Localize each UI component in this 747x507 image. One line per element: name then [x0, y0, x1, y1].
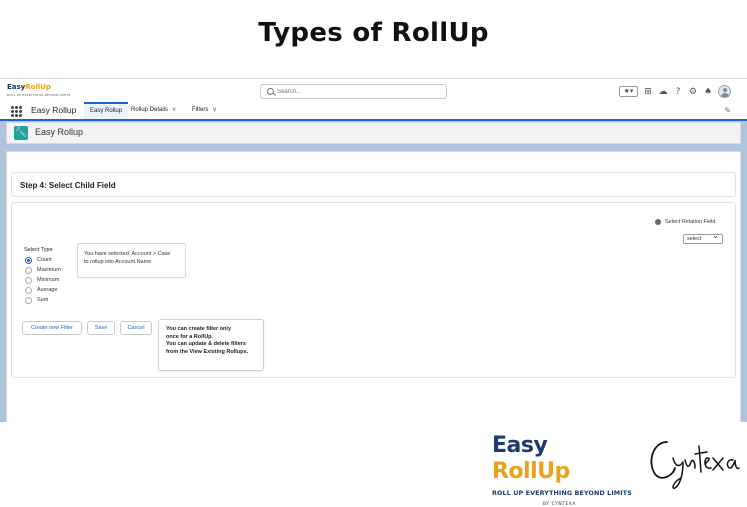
step-title: Step 4: Select Child Field	[20, 181, 116, 190]
radio-button[interactable]	[25, 256, 32, 264]
favorites-icon[interactable]: ★▾	[619, 86, 638, 97]
tab-easy-rollup[interactable]: Easy Rollup	[84, 102, 129, 119]
radio-maximum[interactable]: Maximum	[25, 266, 61, 274]
tab-filters[interactable]: Filters ∨	[186, 102, 223, 119]
global-search[interactable]	[260, 84, 447, 99]
add-icon[interactable]: ⊞	[643, 87, 653, 97]
brand-name: Easy RollUp	[492, 433, 570, 484]
page-title: Easy Rollup	[35, 127, 84, 137]
app-launcher-icon[interactable]	[11, 106, 22, 117]
radio-button[interactable]	[25, 266, 32, 274]
wrench-icon: 🔧	[14, 126, 28, 140]
info-icon	[655, 219, 661, 225]
slide-title: Types of RollUp	[258, 18, 489, 48]
search-input[interactable]	[277, 87, 437, 97]
salesforce-screenshot: EasyRollUp ROLL UP EVERYTHING BEYOND LIM…	[0, 78, 747, 422]
chevron-down-icon: ∨	[212, 107, 217, 113]
settings-icon[interactable]: ⚙	[688, 87, 698, 97]
app-logo[interactable]: EasyRollUp ROLL UP EVERYTHING BEYOND LIM…	[7, 83, 70, 99]
cancel-button[interactable]: Cancel	[120, 321, 152, 335]
global-header: EasyRollUp ROLL UP EVERYTHING BEYOND LIM…	[0, 79, 747, 102]
edit-nav-icon[interactable]: ✎	[724, 106, 731, 115]
chevron-down-icon: ∨	[172, 107, 177, 113]
search-icon	[267, 88, 274, 95]
radio-minimum[interactable]: Minimum	[25, 276, 59, 284]
main-card: Step 4: Select Child Field Select Relati…	[6, 151, 741, 422]
radio-button[interactable]	[25, 276, 32, 284]
brand-tagline: ROLL UP EVERYTHING BEYOND LIMITS	[492, 489, 632, 497]
create-filter-button[interactable]: Create new Filter	[22, 321, 82, 335]
radio-button[interactable]	[25, 286, 32, 294]
notifications-icon[interactable]: ♠	[703, 87, 713, 97]
step-header: Step 4: Select Child Field	[11, 172, 736, 197]
relation-field-label: Select Relation Field	[655, 219, 715, 225]
setup-assistant-icon[interactable]: ☁	[658, 87, 668, 97]
brand-by: BY CYNTEXA	[543, 502, 576, 507]
header-icons: ★▾ ⊞ ☁ ? ⚙ ♠	[619, 85, 731, 98]
page-header: 🔧 Easy Rollup	[6, 122, 741, 144]
select-type-label: Select Type	[24, 247, 53, 253]
step-body: Select Relation Field select Select Type…	[11, 202, 736, 378]
app-name: Easy Rollup	[31, 105, 77, 115]
easy-rollup-brand-logo: Easy RollUp ROLL UP EVERYTHING BEYOND LI…	[492, 433, 632, 507]
radio-sum[interactable]: Sum	[25, 296, 48, 304]
radio-count[interactable]: Count	[25, 256, 52, 264]
radio-button[interactable]	[25, 296, 32, 304]
filter-tooltip: You can create filter only once for a Ro…	[158, 319, 264, 371]
relation-field-select[interactable]: select	[683, 232, 723, 244]
selection-info-box: You have selected: Account > Case to rol…	[77, 243, 186, 278]
tab-rollup-details[interactable]: Rollup Details ∨	[125, 102, 182, 119]
save-button[interactable]: Save	[87, 321, 115, 335]
radio-average[interactable]: Average	[25, 286, 57, 294]
cyntexa-signature-logo	[650, 441, 740, 490]
avatar[interactable]	[718, 85, 731, 98]
app-navbar: Easy Rollup Easy Rollup Rollup Details ∨ …	[0, 102, 747, 121]
help-icon[interactable]: ?	[673, 87, 683, 97]
